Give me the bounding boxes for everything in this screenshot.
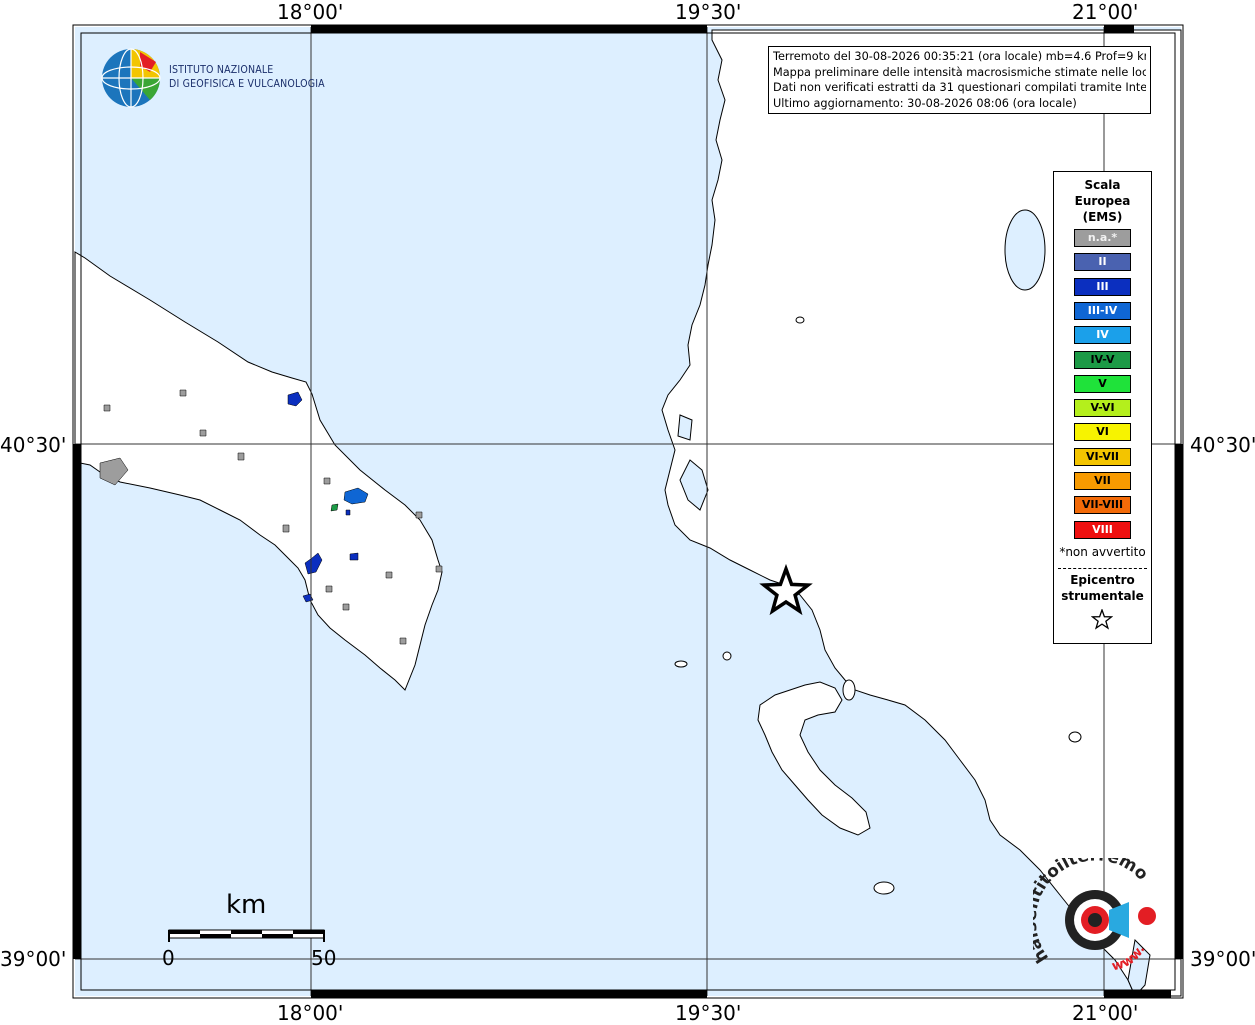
legend-item: III-IV	[1074, 301, 1131, 320]
logo-line-2: DI GEOFISICA E VULCANOLOGIA	[169, 77, 325, 90]
scale-bar-unit: km	[226, 890, 267, 920]
legend-item: III	[1074, 277, 1131, 296]
scale-bar-end: 50	[311, 946, 337, 970]
event-info-line-1: Terremoto del 30-08-2026 00:35:21 (ora l…	[773, 50, 1146, 63]
island	[674, 660, 688, 668]
longitude-label-19-30: 19°30'	[675, 0, 742, 24]
legend-item: VI	[1074, 423, 1131, 442]
legend-item: V-VI	[1074, 399, 1131, 418]
legend-item: IV-V	[1074, 350, 1131, 369]
event-info-box: Terremoto del 30-08-2026 00:35:21 (ora l…	[768, 46, 1151, 114]
island	[1004, 209, 1046, 291]
ingv-logo-icon	[101, 48, 161, 108]
longitude-label-21-bottom: 21°00'	[1072, 1001, 1139, 1025]
legend-item: IV	[1074, 326, 1131, 345]
longitude-label-19-30-bottom: 19°30'	[675, 1001, 742, 1025]
legend-star-icon	[1091, 609, 1113, 630]
latitude-label-39: 39°00'	[0, 947, 67, 971]
longitude-label-21: 21°00'	[1072, 0, 1139, 24]
legend-epicenter-label: Epicentro strumentale	[1054, 572, 1151, 604]
legend-title: Scala Europea (EMS)	[1054, 177, 1151, 225]
scale-bar-start: 0	[162, 946, 175, 970]
island	[873, 881, 895, 895]
island	[722, 651, 732, 661]
legend-item: VII	[1074, 472, 1131, 490]
ingv-logo-text: ISTITUTO NAZIONALE DI GEOFISICA E VULCAN…	[169, 63, 325, 91]
latitude-label-39-right: 39°00'	[1190, 947, 1255, 971]
event-info-line-3: Dati non verificati estratti da 31 quest…	[773, 81, 1146, 94]
sentito-logo-icon	[1065, 890, 1156, 950]
longitude-label-18-bottom: 18°00'	[277, 1001, 344, 1025]
intensity-legend: Scala Europea (EMS) n.a.* II III III-IV IV IV…	[1053, 171, 1152, 644]
sentito-logo-www: www.	[1110, 943, 1148, 975]
legend-item: VI-VII	[1074, 447, 1131, 466]
event-info-line-4: Ultimo aggiornamento: 30-08-2026 08:06 (…	[773, 96, 1077, 110]
island	[795, 316, 805, 324]
logo-line-1: ISTITUTO NAZIONALE	[169, 63, 274, 76]
legend-note: *non avvertito	[1059, 545, 1146, 559]
bay	[677, 414, 693, 441]
longitude-label-18: 18°00'	[277, 0, 344, 24]
island	[1068, 731, 1082, 743]
island	[842, 679, 856, 701]
legend-item: n.a.*	[1074, 229, 1131, 247]
legend-title-line-1: Scala	[1084, 178, 1121, 192]
sentito-logo: haisentitoilterremoto.it www.	[1033, 858, 1156, 975]
latitude-label-40-30-right: 40°30'	[1190, 433, 1255, 457]
legend-epicenter-line-1: Epicentro	[1070, 573, 1135, 587]
legend-title-line-3: (EMS)	[1082, 210, 1123, 224]
legend-separator	[1058, 568, 1147, 569]
legend-item: V	[1074, 374, 1131, 393]
event-info-line-2: Mappa preliminare delle intensità macros…	[773, 65, 1146, 79]
legend-title-line-2: Europea	[1074, 194, 1131, 208]
legend-epicenter-line-2: strumentale	[1061, 589, 1144, 603]
legend-item: VII-VIII	[1074, 496, 1131, 515]
latitude-label-40-30: 40°30'	[0, 433, 67, 457]
legend-item: VIII	[1074, 520, 1131, 539]
legend-item: II	[1074, 253, 1131, 272]
